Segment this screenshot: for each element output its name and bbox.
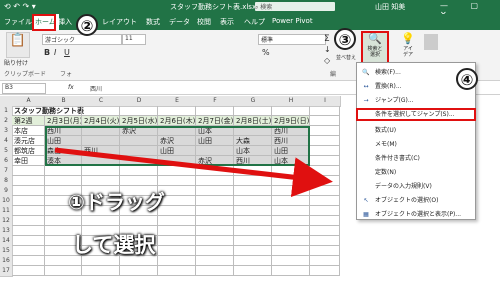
drag-instruction: ①ドラッグ [68,190,165,214]
drag-instruction-2: して選択 [72,233,156,257]
